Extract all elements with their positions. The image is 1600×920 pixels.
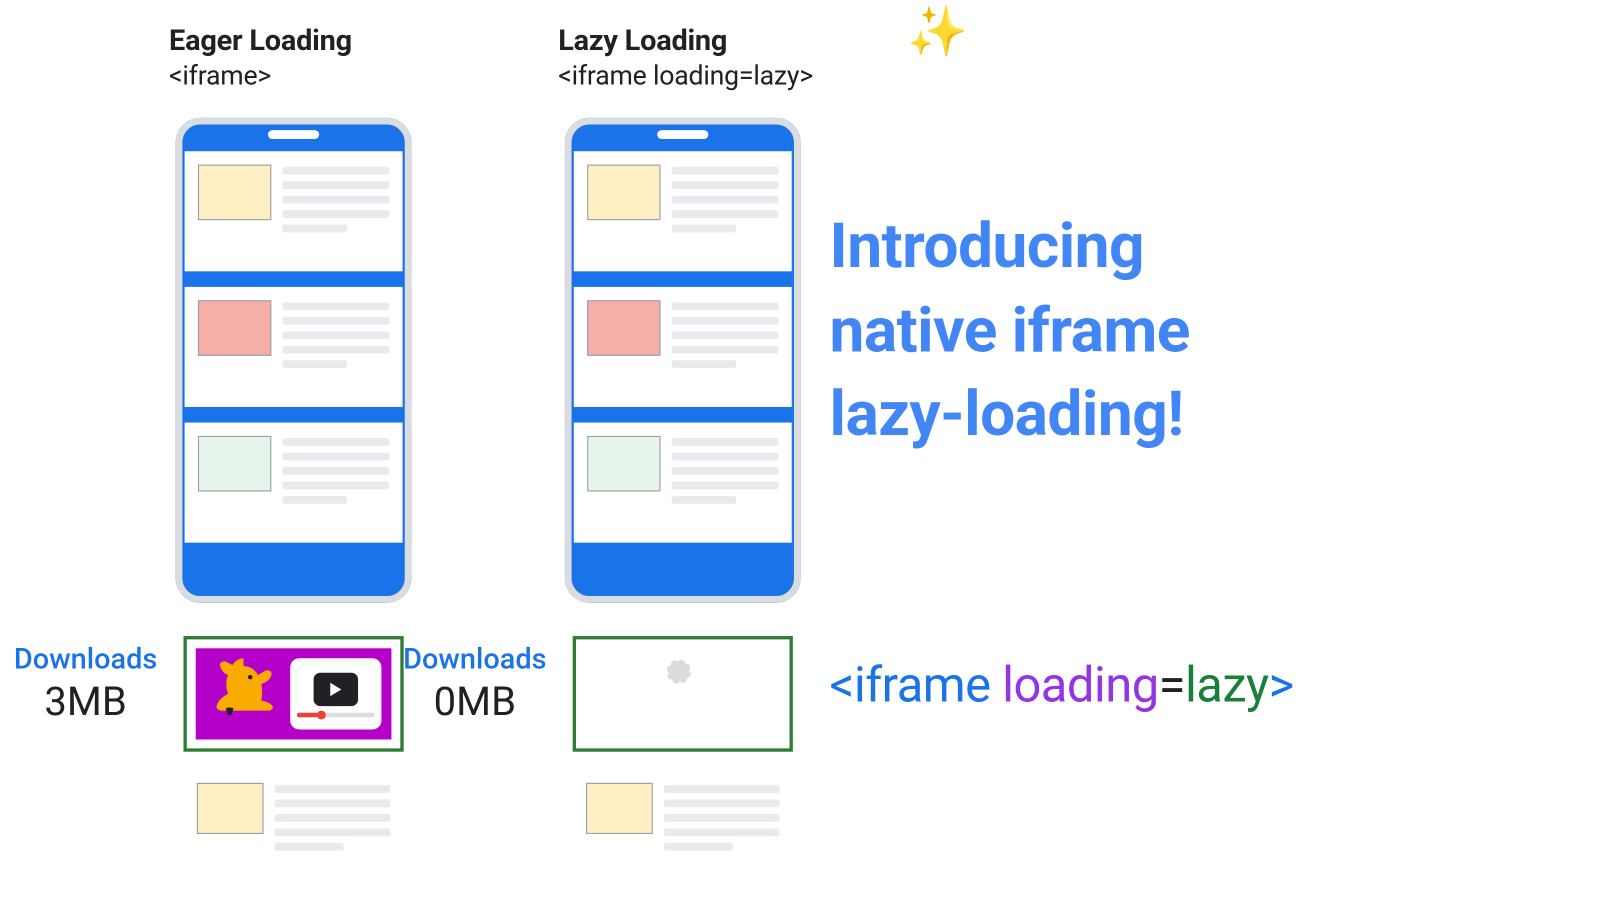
thumbnail-icon: [587, 436, 660, 492]
content-card: [574, 423, 792, 543]
text-lines-placeholder: [282, 300, 389, 398]
progress-bar-icon: [297, 713, 375, 717]
dog-icon: [206, 655, 284, 733]
code-eq: =: [1159, 656, 1185, 714]
download-word: Downloads: [0, 643, 176, 676]
text-lines-placeholder: [664, 783, 780, 851]
content-card: [574, 287, 792, 407]
code-val: lazy: [1185, 656, 1269, 714]
headline-line: lazy-loading!: [830, 373, 1190, 457]
content-card: [185, 287, 403, 407]
play-icon: [314, 673, 358, 706]
thumbnail-icon: [587, 300, 660, 356]
text-lines-placeholder: [672, 300, 779, 398]
text-lines-placeholder: [672, 165, 779, 263]
text-lines-placeholder: [282, 165, 389, 263]
eager-column-label: Eager Loading <iframe>: [169, 24, 352, 91]
eager-download-label: Downloads 3MB: [0, 643, 176, 725]
code-tag-open: <iframe: [830, 656, 991, 714]
eager-iframe-card: [183, 636, 403, 752]
lazy-title: Lazy Loading: [558, 24, 813, 57]
headline: Introducing native iframe lazy-loading!: [830, 205, 1190, 457]
headline-line: native iframe: [830, 289, 1190, 373]
download-size: 0MB: [385, 678, 565, 725]
download-word: Downloads: [385, 643, 565, 676]
phone-speaker: [657, 130, 708, 139]
loading-spinner-icon: [654, 665, 712, 723]
lazy-column-label: Lazy Loading <iframe loading=lazy>: [558, 24, 813, 91]
thumbnail-icon: [198, 300, 271, 356]
content-card: [185, 423, 403, 543]
text-lines-placeholder: [282, 436, 389, 534]
eager-iframe-content: [196, 648, 392, 739]
content-card: [185, 151, 403, 271]
code-tag-close: >: [1269, 656, 1294, 714]
eager-phone: [176, 118, 412, 603]
thumbnail-icon: [586, 783, 653, 834]
text-lines-placeholder: [672, 436, 779, 534]
eager-title: Eager Loading: [169, 24, 352, 57]
thumbnail-icon: [198, 165, 271, 221]
video-player-icon: [290, 658, 381, 729]
lazy-download-label: Downloads 0MB: [385, 643, 565, 725]
text-lines-placeholder: [275, 783, 391, 851]
sparkles-icon: ✨: [907, 7, 968, 56]
download-size: 3MB: [0, 678, 176, 725]
eager-code: <iframe>: [169, 60, 352, 91]
code-snippet: <iframe loading=lazy>: [830, 656, 1294, 714]
thumbnail-icon: [197, 783, 264, 834]
lazy-code: <iframe loading=lazy>: [558, 60, 813, 91]
code-attr: loading: [1002, 656, 1159, 714]
phone-speaker: [268, 130, 319, 139]
content-card: [573, 772, 793, 888]
thumbnail-icon: [198, 436, 271, 492]
thumbnail-icon: [587, 165, 660, 221]
content-card: [574, 151, 792, 271]
content-card: [183, 772, 403, 888]
headline-line: Introducing: [830, 205, 1190, 289]
lazy-iframe-card: [573, 636, 793, 752]
lazy-phone: [565, 118, 801, 603]
